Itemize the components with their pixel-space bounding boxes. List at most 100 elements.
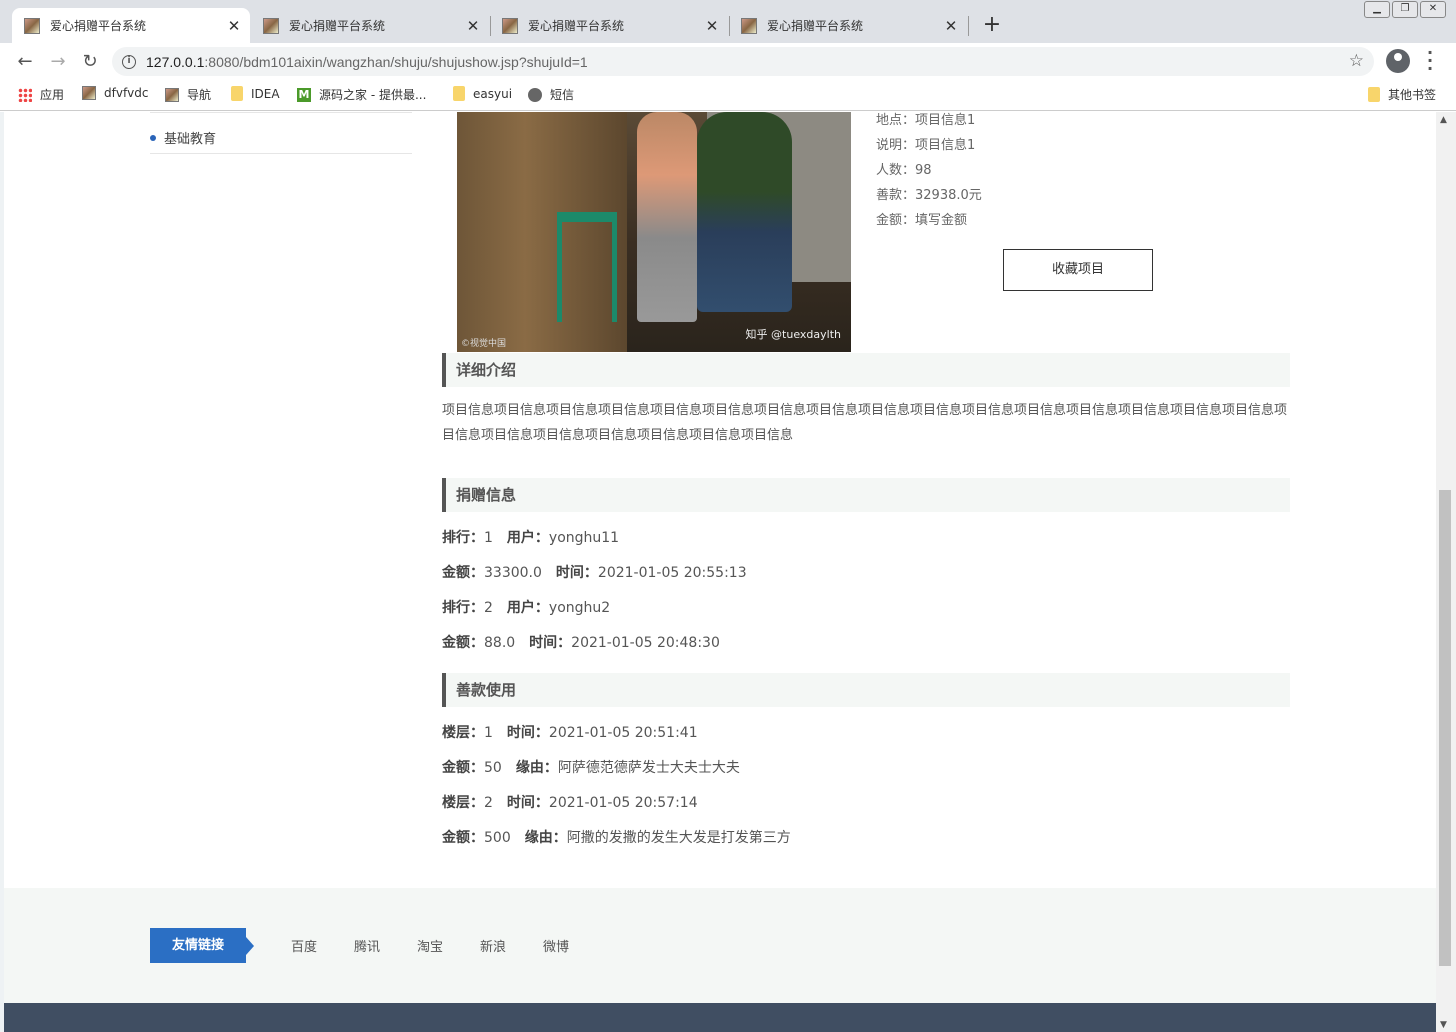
url-path: :8080/bdm101aixin/wangzhan/shuju/shujush… [204, 53, 588, 70]
friend-link-sina[interactable]: 新浪 [480, 936, 506, 955]
usage-floor: 2 [484, 795, 493, 811]
usage-record-1-line-2: 金额：50 缘由：阿萨德范德萨发士大夫士大夫 [442, 760, 740, 776]
friend-link-taobao[interactable]: 淘宝 [417, 936, 443, 955]
browser-tab-3[interactable]: 爱心捐赠平台系统 ✕ [490, 8, 728, 43]
friend-link-weibo[interactable]: 微博 [543, 936, 569, 955]
bookmark-idea[interactable]: IDEA [231, 86, 280, 101]
m-logo-icon: M [297, 87, 311, 102]
forward-arrow-icon[interactable]: → [45, 49, 71, 75]
site-favicon-icon [165, 87, 179, 102]
close-tab-icon[interactable]: ✕ [224, 17, 244, 35]
reload-icon[interactable]: ↻ [77, 49, 103, 75]
footer-bar [4, 1003, 1436, 1032]
project-location: 地点：项目信息1 [876, 113, 976, 128]
bookmark-easyui[interactable]: easyui [453, 86, 512, 101]
usage-reason: 阿萨德范德萨发士大夫士大夫 [557, 760, 740, 776]
browser-menu-icon[interactable]: · · · [1422, 45, 1438, 77]
back-arrow-icon[interactable]: ← [12, 49, 38, 75]
browser-tab-1[interactable]: 爱心捐赠平台系统 ✕ [12, 8, 250, 43]
photo-child-left [637, 112, 697, 322]
sidebar-item-basic-education[interactable]: 基础教育 [150, 122, 412, 154]
browser-tab-bar: 爱心捐赠平台系统 ✕ 爱心捐赠平台系统 ✕ 爱心捐赠平台系统 ✕ 爱心捐赠平台系… [0, 0, 1456, 43]
photo-stool [557, 212, 617, 322]
project-people: 人数：98 [876, 163, 932, 178]
sidebar-item-label: 基础教育 [164, 132, 217, 147]
scrollbar-thumb[interactable] [1439, 490, 1451, 966]
browser-tab-2[interactable]: 爱心捐赠平台系统 ✕ [251, 8, 489, 43]
close-tab-icon[interactable]: ✕ [463, 17, 483, 35]
detail-section-title: 详细介绍 [442, 353, 1290, 387]
usage-floor: 1 [484, 725, 493, 741]
photo-watermark-right: 知乎 @tuexdaylth [745, 328, 841, 341]
donation-user: yonghu2 [548, 600, 611, 616]
donation-rank: 2 [484, 600, 493, 616]
photo-watermark-left: ©视觉中国 [461, 339, 507, 349]
close-tab-icon[interactable]: ✕ [941, 17, 961, 35]
page-scrollbar[interactable]: ▲ ▼ [1436, 112, 1456, 1032]
usage-reason: 阿撒的发撒的发生大发是打发第三方 [566, 830, 791, 846]
usage-record-2-line-1: 楼层：2 时间：2021-01-05 20:57:14 [442, 795, 698, 811]
donation-user: yonghu11 [548, 530, 620, 546]
donation-section-title: 捐赠信息 [442, 478, 1290, 512]
site-info-icon[interactable]: i [122, 54, 136, 69]
sidebar-divider [150, 112, 412, 113]
donation-time: 2021-01-05 20:55:13 [597, 565, 747, 581]
donation-time: 2021-01-05 20:48:30 [571, 635, 720, 651]
close-window-icon[interactable]: ✕ [1420, 1, 1446, 18]
bookmark-nav[interactable]: 导航 [165, 86, 211, 103]
scroll-down-arrow-icon[interactable]: ▼ [1440, 1020, 1447, 1030]
project-donation: 善款：32938.0元 [876, 188, 982, 203]
tab-title: 爱心捐赠平台系统 [528, 19, 625, 33]
friend-links-tag: 友情链接 [150, 928, 254, 963]
browser-toolbar: ← → ↻ i 127.0.0.1:8080/bdm101aixin/wangz… [0, 43, 1456, 80]
usage-section-title: 善款使用 [442, 673, 1290, 707]
new-tab-plus-icon[interactable]: + [980, 12, 1004, 37]
bookmark-sms[interactable]: 短信 [528, 86, 574, 103]
bookmark-apps[interactable]: 应用 [18, 86, 64, 103]
bookmark-yuanma[interactable]: M 源码之家 - 提供最... [297, 86, 426, 103]
close-tab-icon[interactable]: ✕ [702, 17, 722, 35]
usage-time: 2021-01-05 20:51:41 [548, 725, 698, 741]
globe-icon [528, 87, 542, 102]
address-bar[interactable]: i 127.0.0.1:8080/bdm101aixin/wangzhan/sh… [112, 47, 1374, 76]
folder-icon [1368, 87, 1380, 102]
bookmark-dfvfvdc[interactable]: dfvfvdc [82, 86, 148, 100]
tab-separator [968, 16, 969, 36]
window-controls: ▁ ❐ ✕ [1362, 1, 1446, 18]
friend-links-section: 友情链接 百度 腾讯 淘宝 新浪 微博 [4, 888, 1436, 1003]
donation-rank: 1 [484, 530, 493, 546]
apps-grid-icon [18, 87, 32, 102]
usage-record-2-line-2: 金额：500 缘由：阿撒的发撒的发生大发是打发第三方 [442, 830, 791, 846]
donation-record-1-line-2: 金额：33300.0 时间：2021-01-05 20:55:13 [442, 565, 747, 581]
usage-record-1-line-1: 楼层：1 时间：2021-01-05 20:51:41 [442, 725, 698, 741]
minimize-icon[interactable]: ▁ [1364, 1, 1390, 18]
donation-record-1-line-1: 排行：1 用户：yonghu11 [442, 530, 620, 546]
friend-link-baidu[interactable]: 百度 [291, 936, 317, 955]
usage-amount: 500 [484, 830, 511, 846]
tab-title: 爱心捐赠平台系统 [50, 19, 147, 33]
bookmark-star-icon[interactable]: ☆ [1349, 51, 1364, 71]
donation-amount: 88.0 [484, 635, 516, 651]
project-photo: ©视觉中国 知乎 @tuexdaylth [457, 112, 851, 352]
bookmark-other[interactable]: 其他书签 [1368, 86, 1436, 103]
donation-record-2-line-2: 金额：88.0 时间：2021-01-05 20:48:30 [442, 635, 720, 651]
scroll-up-arrow-icon[interactable]: ▲ [1440, 115, 1447, 125]
project-description: 说明：项目信息1 [876, 138, 976, 153]
project-amount: 金额：填写金额 [876, 213, 968, 228]
site-favicon-icon [82, 86, 96, 100]
browser-tab-4[interactable]: 爱心捐赠平台系统 ✕ [729, 8, 967, 43]
friend-link-tencent[interactable]: 腾讯 [354, 936, 380, 955]
tab-title: 爱心捐赠平台系统 [767, 19, 864, 33]
profile-avatar-icon[interactable] [1386, 49, 1410, 73]
url-host: 127.0.0.1 [146, 53, 205, 70]
usage-amount: 50 [484, 760, 502, 776]
site-favicon-icon [263, 17, 279, 34]
donation-amount: 33300.0 [484, 565, 542, 581]
site-favicon-icon [502, 17, 518, 34]
restore-icon[interactable]: ❐ [1392, 1, 1418, 18]
usage-time: 2021-01-05 20:57:14 [548, 795, 698, 811]
bookmarks-bar: 应用 dfvfvdc 导航 IDEA M 源码之家 - 提供最... easyui… [0, 80, 1456, 111]
folder-icon [231, 86, 243, 101]
collect-project-button[interactable]: 收藏项目 [1003, 249, 1153, 291]
detail-text: 项目信息项目信息项目信息项目信息项目信息项目信息项目信息项目信息项目信息项目信息… [442, 403, 1288, 443]
